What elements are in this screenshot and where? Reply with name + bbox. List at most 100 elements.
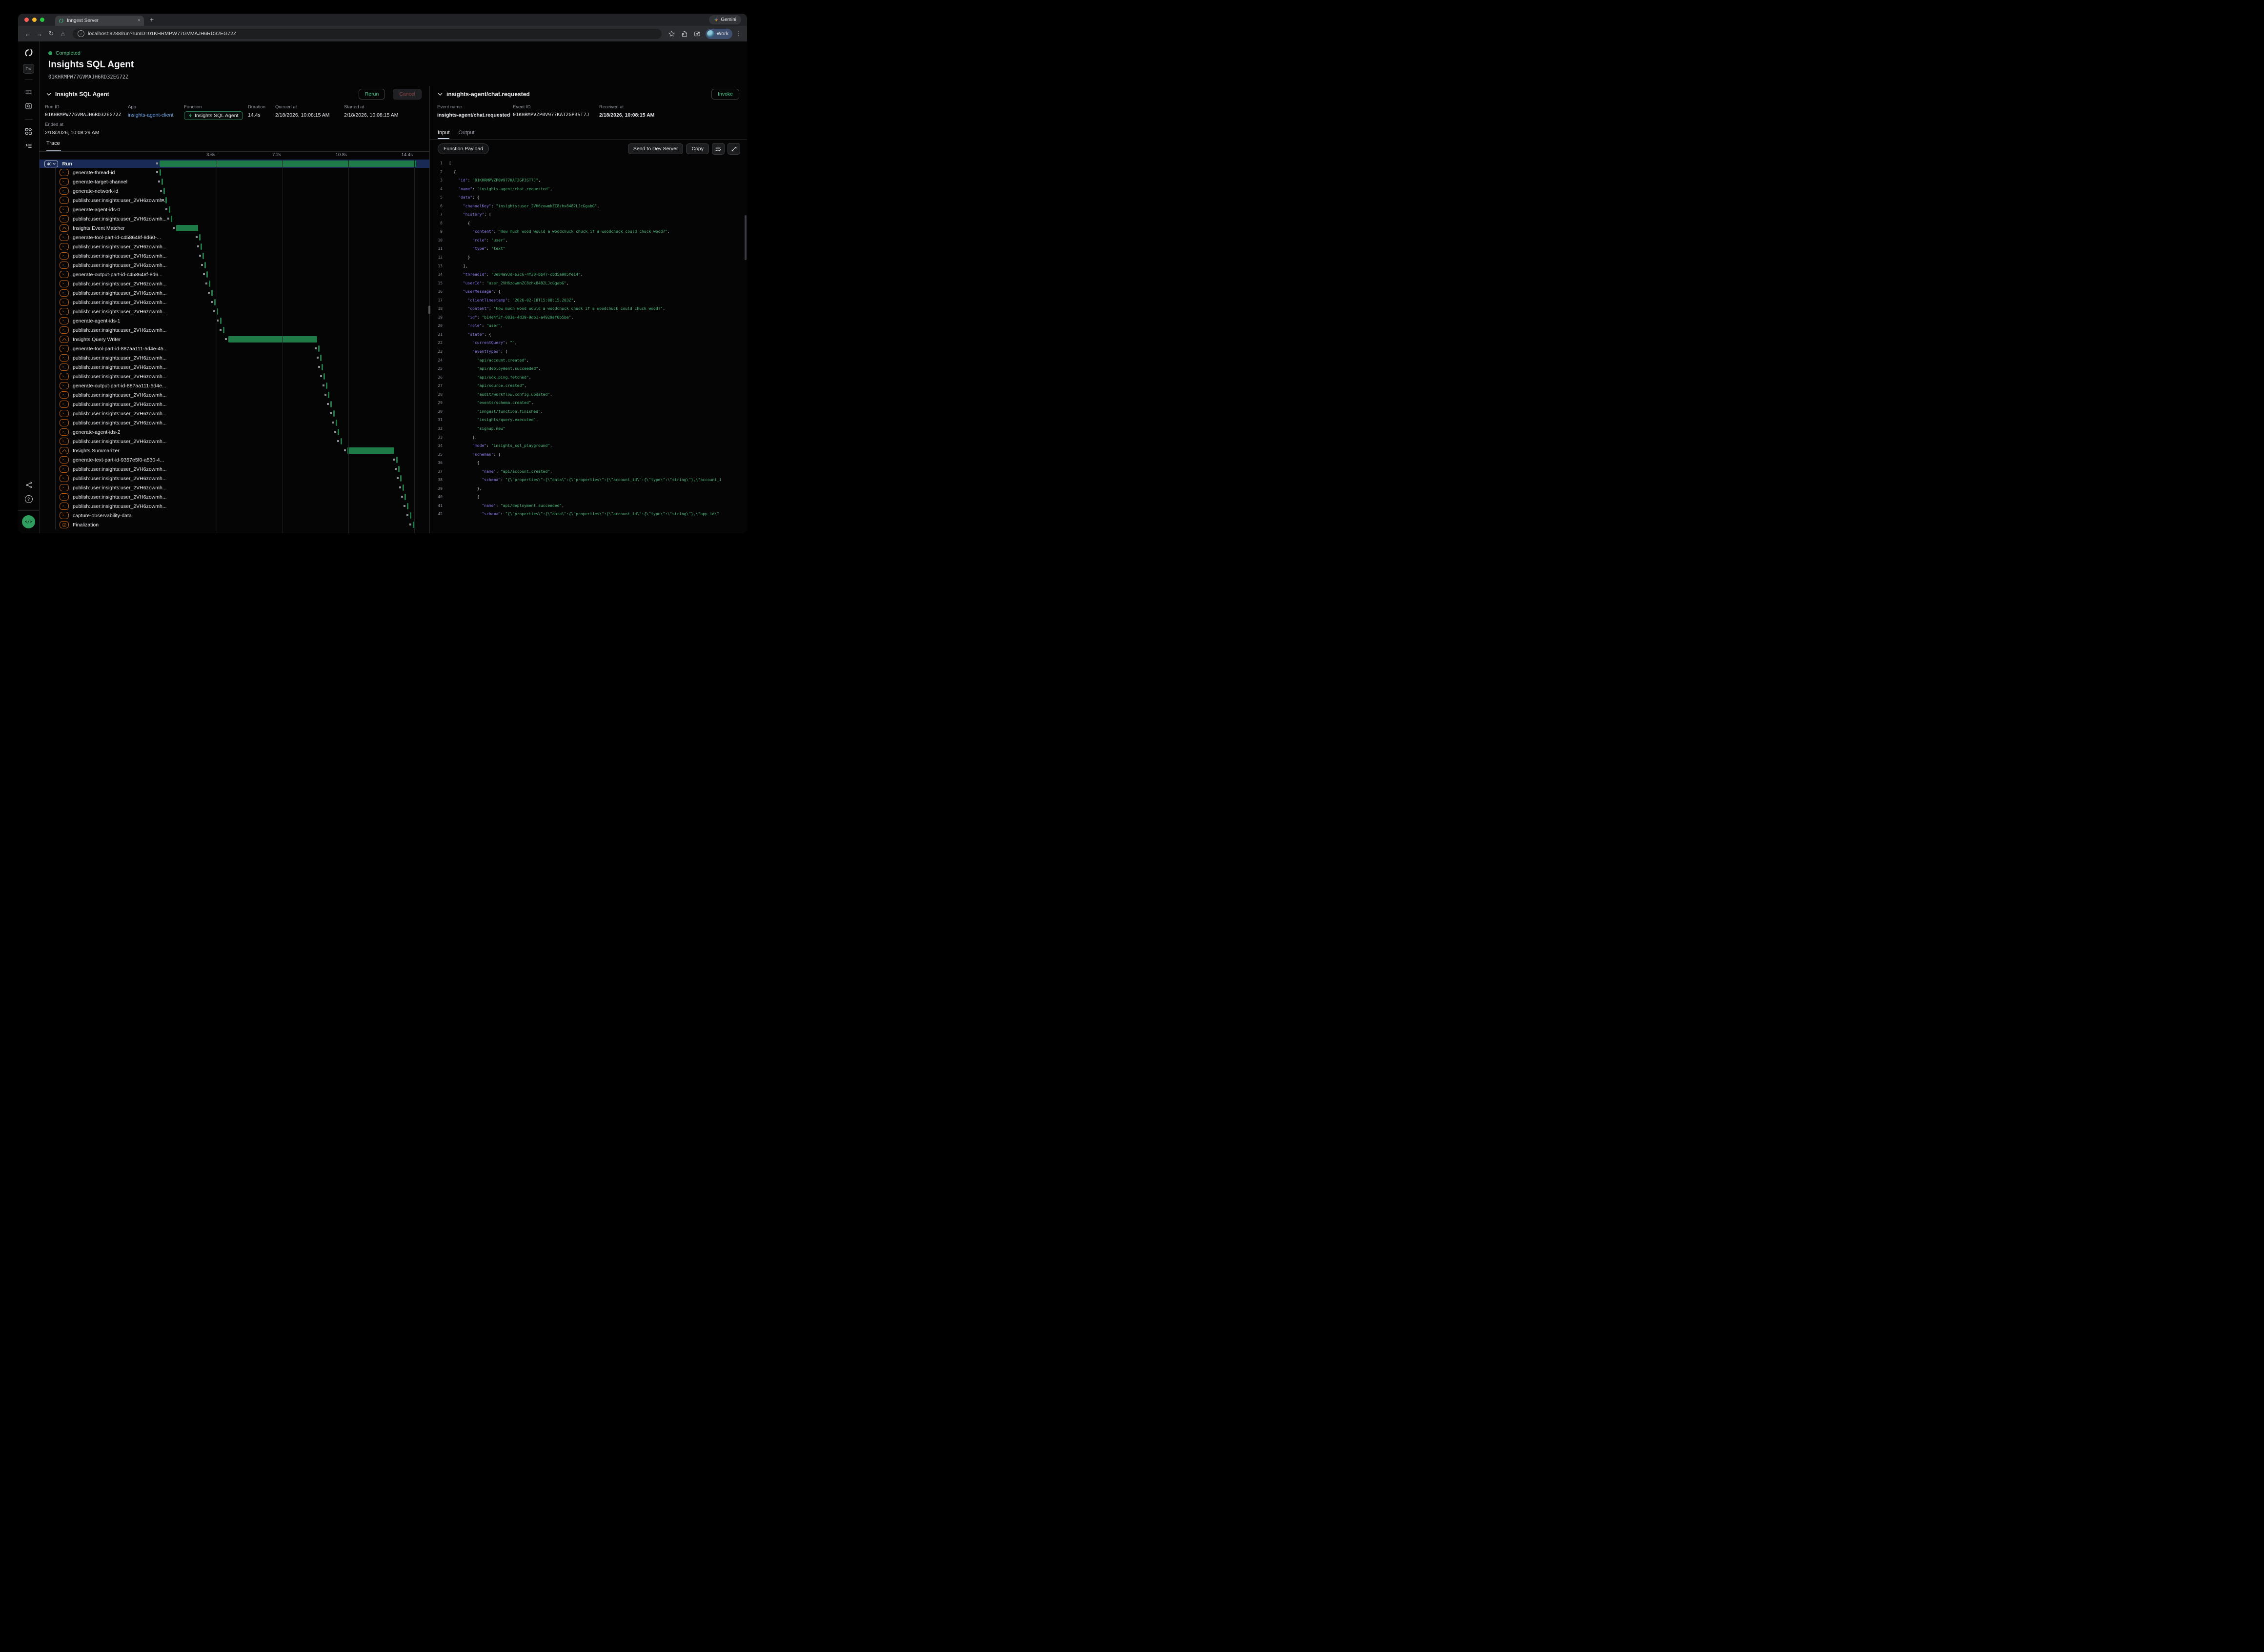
trace-row[interactable]: >_publish:user:insights:user_2VH6zowmh..… [40, 372, 429, 381]
span-bar[interactable] [176, 225, 198, 231]
trace-row[interactable]: >_generate-output-part-id-887aa111-5d4e.… [40, 381, 429, 390]
span-bar[interactable] [220, 318, 222, 324]
address-bar[interactable]: i localhost:8288/run?runID=01KHRMPW77GVM… [73, 29, 662, 39]
span-bar[interactable] [163, 188, 165, 194]
span-bar[interactable] [199, 234, 201, 241]
new-tab-button[interactable]: + [150, 16, 154, 23]
dev-console-icon[interactable] [25, 142, 32, 149]
close-window-button[interactable] [24, 18, 29, 22]
span-bar[interactable] [338, 429, 339, 435]
run-span-bar[interactable] [160, 161, 417, 167]
span-bar[interactable] [214, 299, 216, 305]
span-bar[interactable] [171, 216, 172, 222]
expand-icon[interactable] [728, 143, 740, 155]
trace-row[interactable]: >_publish:user:insights:user_2VH6zowmh..… [40, 483, 429, 492]
span-bar[interactable] [347, 447, 394, 454]
trace-row[interactable]: >_publish:user:insights:user_2VH6zowmh..… [40, 363, 429, 372]
trace-row[interactable]: >_generate-target-channel [40, 177, 429, 186]
trace-row[interactable]: >_publish:user:insights:user_2VH6zowmh..… [40, 409, 429, 418]
trace-row[interactable]: >_publish:user:insights:user_2VH6zowmh..… [40, 279, 429, 288]
span-bar[interactable] [322, 364, 323, 370]
word-wrap-icon[interactable] [712, 143, 725, 155]
env-badge[interactable]: DV [23, 64, 34, 74]
site-info-icon[interactable]: i [78, 30, 84, 37]
trace-row[interactable]: >_publish:user:insights:user_2VH6zowmh..… [40, 390, 429, 400]
span-bar[interactable] [328, 392, 329, 398]
function-badge[interactable]: Insights SQL Agent [184, 111, 243, 120]
trace-row[interactable]: >_publish:user:insights:user_2VH6zowmh..… [40, 307, 429, 316]
trace-row[interactable]: >_generate-network-id [40, 186, 429, 196]
trace-row[interactable]: >_publish:user:insights:user_2VH6zowmh..… [40, 464, 429, 474]
span-bar[interactable] [202, 253, 204, 259]
span-bar[interactable] [333, 410, 335, 417]
span-bar[interactable] [204, 262, 206, 268]
span-bar[interactable] [162, 179, 163, 185]
trace-row[interactable]: >_publish:user:insights:user_2VH6zowmh..… [40, 298, 429, 307]
gemini-button[interactable]: Gemini [709, 15, 741, 24]
cancel-button[interactable]: Cancel [393, 89, 422, 100]
payload-json-viewer[interactable]: 1[2 {3 "id": "01KHRMPVZP0V977KAT2GP3ST7J… [430, 158, 747, 533]
span-count-expander[interactable]: 40 [44, 161, 58, 167]
trace-row[interactable]: >_publish:user:insights:user_2VH6zowmh..… [40, 251, 429, 261]
runs-list-icon[interactable] [25, 88, 32, 96]
bookmark-star-icon[interactable] [667, 31, 677, 37]
trace-row[interactable]: Insights Event Matcher [40, 223, 429, 233]
span-bar[interactable] [206, 271, 208, 278]
span-bar[interactable] [323, 373, 325, 380]
trace-row[interactable]: Finalization [40, 520, 429, 529]
trace-row[interactable]: >_publish:user:insights:user_2VH6zowmh..… [40, 400, 429, 409]
span-bar[interactable] [201, 243, 202, 250]
trace-row[interactable]: >_publish:user:insights:user_2VH6zowmh..… [40, 492, 429, 502]
function-payload-button[interactable]: Function Payload [438, 143, 489, 154]
event-collapse-chevron-icon[interactable] [438, 93, 443, 96]
trace-row[interactable]: >_publish:user:insights:user_2VH6zowmh..… [40, 353, 429, 363]
trace-row[interactable]: >_generate-agent-ids-1 [40, 316, 429, 325]
tab-search-icon[interactable] [692, 31, 703, 37]
apps-icon[interactable] [25, 128, 32, 135]
trace-run-row[interactable]: 40 Run [40, 160, 429, 168]
tab-output[interactable]: Output [458, 130, 474, 139]
browser-tab[interactable]: Inngest Server × [55, 16, 144, 26]
trace-row[interactable]: >_publish:user:insights:user_2VH6zowmh..… [40, 214, 429, 223]
trace-row[interactable]: Insights Query Writer [40, 335, 429, 344]
span-bar[interactable] [407, 503, 408, 509]
trace-row[interactable]: >_generate-tool-part-id-c458648f-8d60-..… [40, 233, 429, 242]
maximize-window-button[interactable] [40, 18, 44, 22]
trace-row[interactable]: >_generate-agent-ids-0 [40, 205, 429, 214]
url-text[interactable]: localhost:8288/run?runID=01KHRMPW77GVMAJ… [88, 31, 236, 37]
trace-row[interactable]: >_capture-observability-data [40, 511, 429, 520]
span-bar[interactable] [165, 197, 167, 203]
app-link[interactable]: insights-agent-client [128, 112, 173, 118]
span-bar[interactable] [326, 383, 327, 389]
span-bar[interactable] [209, 281, 210, 287]
tab-input[interactable]: Input [438, 130, 449, 139]
window-controls[interactable] [24, 18, 44, 22]
browser-menu-icon[interactable]: ⋮ [735, 30, 742, 37]
extensions-icon[interactable] [679, 31, 690, 37]
scrollbar-thumb[interactable] [745, 215, 747, 260]
panel-resize-handle[interactable] [428, 305, 430, 314]
span-bar[interactable] [228, 336, 317, 342]
collapse-chevron-icon[interactable] [46, 93, 51, 96]
trace-row[interactable]: >_publish:user:insights:user_2VH6zowmh..… [40, 437, 429, 446]
copy-button[interactable]: Copy [686, 143, 709, 154]
span-bar[interactable] [396, 457, 398, 463]
span-bar[interactable] [336, 420, 337, 426]
span-bar[interactable] [398, 466, 400, 472]
span-bar[interactable] [341, 438, 342, 444]
tab-close-icon[interactable]: × [138, 18, 141, 23]
dev-tools-button[interactable]: </> [22, 515, 35, 528]
span-bar[interactable] [223, 327, 224, 333]
span-bar[interactable] [169, 206, 170, 213]
share-icon[interactable] [25, 482, 32, 488]
trace-row[interactable]: >_generate-thread-id [40, 168, 429, 177]
profile-chip[interactable]: Work [706, 29, 732, 39]
event-search-icon[interactable] [25, 102, 32, 110]
trace-row[interactable]: >_publish:user:insights:user_2VH6zowmh..… [40, 325, 429, 335]
span-bar[interactable] [330, 401, 332, 407]
send-to-dev-server-button[interactable]: Send to Dev Server [628, 143, 684, 154]
span-bar[interactable] [320, 355, 322, 361]
trace-row[interactable]: >_publish:user:insights:user_2VH6zowmh..… [40, 418, 429, 427]
trace-row[interactable]: >_generate-agent-ids-2 [40, 427, 429, 437]
trace-row[interactable]: >_publish:user:insights:user_2VH6zowmh..… [40, 474, 429, 483]
